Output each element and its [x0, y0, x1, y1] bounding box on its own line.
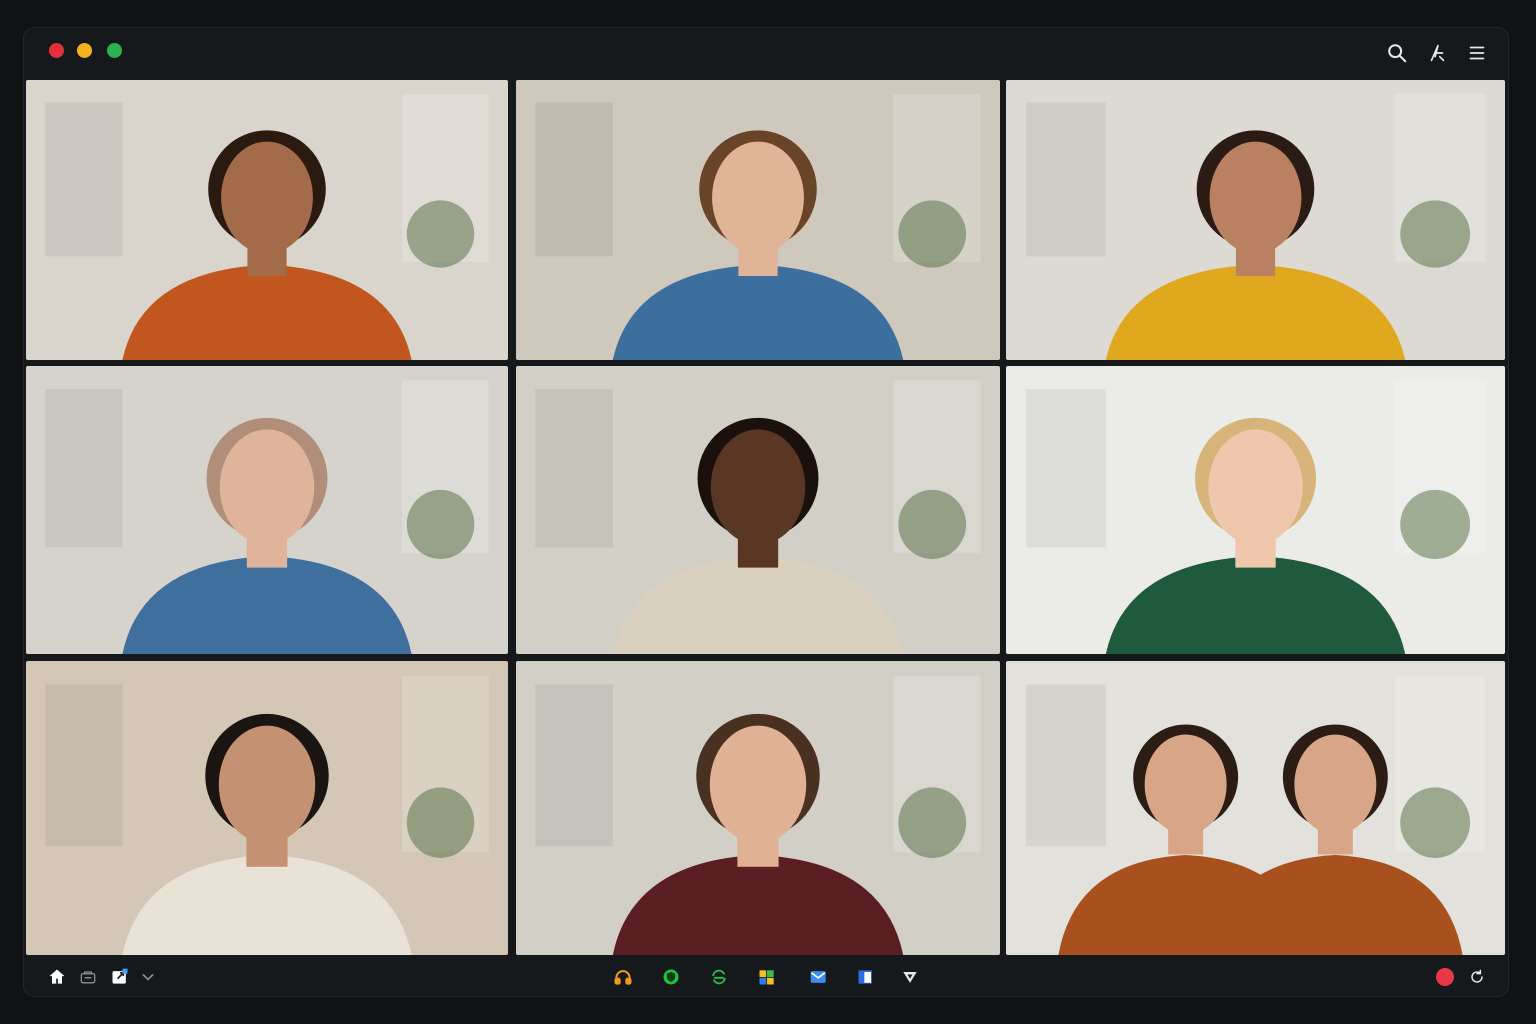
home-icon[interactable] — [45, 965, 69, 989]
participant-video — [26, 661, 508, 955]
search-icon[interactable] — [1384, 40, 1410, 66]
chevron-down-icon[interactable] — [136, 965, 160, 989]
participant-video — [26, 80, 508, 360]
participant-video-tile[interactable] — [26, 661, 508, 955]
participant-video-tile[interactable] — [516, 661, 1000, 955]
participant-video — [516, 661, 1000, 955]
participant-video — [1006, 366, 1505, 654]
mail-icon[interactable] — [807, 965, 831, 989]
participant-video-tile[interactable] — [516, 80, 1000, 360]
participant-video-tile[interactable] — [26, 366, 508, 654]
menu-icon[interactable] — [1464, 40, 1490, 66]
participant-video — [1006, 80, 1505, 360]
apps-icon[interactable] — [755, 965, 779, 989]
shield-icon[interactable] — [659, 965, 683, 989]
vee-icon[interactable] — [898, 965, 922, 989]
maximize-window-button[interactable] — [107, 43, 122, 58]
pen-icon[interactable] — [1424, 40, 1450, 66]
title-bar — [24, 28, 1508, 80]
share-icon[interactable] — [108, 965, 132, 989]
participant-video-tile[interactable] — [1006, 366, 1505, 654]
participant-video — [26, 366, 508, 654]
participant-video — [516, 80, 1000, 360]
participant-video — [1006, 661, 1505, 955]
participant-video-tile[interactable] — [1006, 80, 1505, 360]
bottom-toolbar — [24, 958, 1508, 996]
close-window-button[interactable] — [49, 43, 64, 58]
participant-video-tile[interactable] — [516, 366, 1000, 654]
reload-icon[interactable] — [1465, 965, 1489, 989]
headphones-icon[interactable] — [611, 965, 635, 989]
participant-video-tile[interactable] — [26, 80, 508, 360]
record-button[interactable] — [1436, 968, 1454, 986]
participant-video — [516, 366, 1000, 654]
document-icon[interactable] — [854, 965, 878, 989]
participant-video-tile[interactable] — [1006, 661, 1505, 955]
meet-icon[interactable] — [76, 965, 100, 989]
refresh-icon[interactable] — [707, 965, 731, 989]
minimize-window-button[interactable] — [77, 43, 92, 58]
app-window — [24, 28, 1508, 996]
